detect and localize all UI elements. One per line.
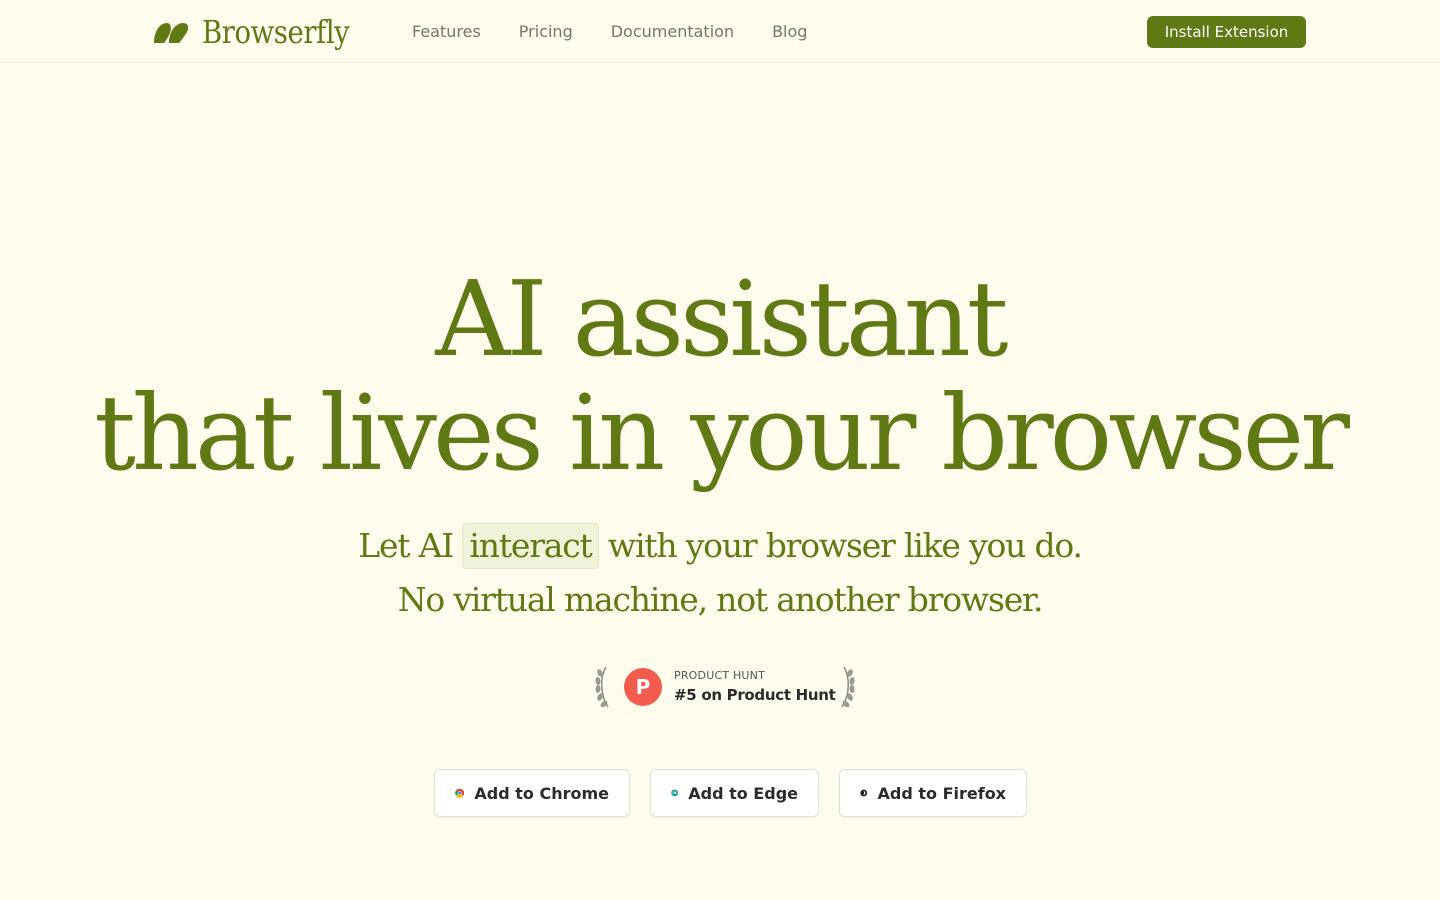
hero-title-line-1: AI assistant: [435, 258, 1008, 380]
nav-link-pricing[interactable]: Pricing: [519, 20, 573, 44]
nav-link-features[interactable]: Features: [412, 20, 481, 44]
nav-link-blog[interactable]: Blog: [772, 20, 807, 44]
browser-install-buttons: Add to Chrome Add to Edge Add to Firefox: [434, 769, 1027, 817]
nav-links: Features Pricing Documentation Blog: [412, 20, 807, 44]
edge-icon: [671, 789, 679, 797]
hero-subtitle-line-2: No virtual machine, not another browser.: [397, 580, 1044, 619]
product-hunt-logo-icon: P: [624, 668, 662, 706]
product-hunt-label: PRODUCT HUNT: [674, 669, 766, 682]
chrome-icon: [455, 788, 465, 798]
product-hunt-rank: #5 on Product Hunt: [674, 686, 836, 704]
subtitle-text-before: Let AI: [358, 526, 454, 565]
add-to-chrome-button[interactable]: Add to Chrome: [434, 769, 630, 817]
hero-title: AI assistant that lives in your browser: [0, 262, 1440, 490]
add-to-firefox-button[interactable]: Add to Firefox: [839, 769, 1027, 817]
subtitle-highlight: interact: [462, 523, 599, 569]
laurel-left-icon: [595, 666, 609, 708]
brand-logo-link[interactable]: Browserfly: [152, 12, 373, 52]
nav-link-documentation[interactable]: Documentation: [611, 20, 734, 44]
brand-name: Browserfly: [202, 13, 350, 51]
subtitle-text-after: with your browser like you do.: [607, 526, 1083, 565]
browserfly-logo-icon: [154, 23, 189, 43]
add-to-chrome-label: Add to Chrome: [474, 783, 609, 803]
hero-title-line-2: that lives in your browser: [94, 372, 1350, 494]
product-hunt-text: PRODUCT HUNT #5 on Product Hunt: [674, 668, 838, 706]
add-to-edge-label: Add to Edge: [688, 783, 798, 803]
add-to-firefox-label: Add to Firefox: [877, 783, 1007, 803]
hero-subtitle-line-1: Let AI interact with your browser like y…: [0, 522, 1440, 570]
laurel-right-icon: [841, 666, 855, 708]
product-hunt-badge[interactable]: P PRODUCT HUNT #5 on Product Hunt: [592, 664, 870, 710]
add-to-edge-button[interactable]: Add to Edge: [650, 769, 819, 817]
firefox-icon: [860, 789, 868, 797]
top-navbar: Browserfly Features Pricing Documentatio…: [0, 0, 1440, 63]
install-extension-button[interactable]: Install Extension: [1147, 16, 1306, 48]
